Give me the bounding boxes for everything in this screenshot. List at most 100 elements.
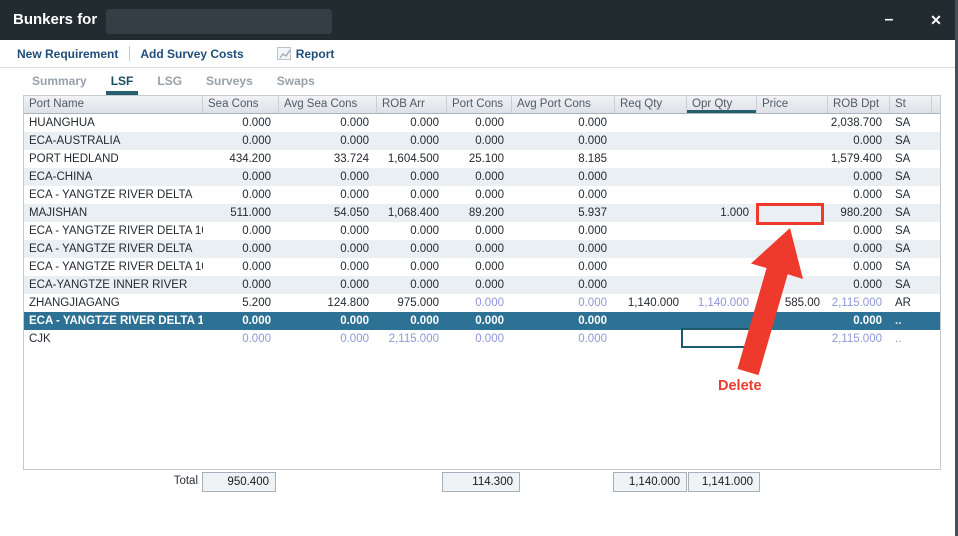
totals-row: Total 950.400 114.300 1,140.000 1,141.00… xyxy=(0,471,958,493)
tab-summary[interactable]: Summary xyxy=(27,74,92,95)
cell-st: SA xyxy=(890,222,932,240)
column-header-opr-qty[interactable]: Opr Qty xyxy=(687,96,757,113)
cell-req-qty: 1,140.000 xyxy=(615,294,687,312)
table-row-eca-yangtze-inner-river[interactable]: ECA-YANGTZE INNER RIVER0.0000.0000.0000.… xyxy=(24,276,940,294)
cell-port-name: PORT HEDLAND xyxy=(24,150,203,168)
cell-req-qty xyxy=(615,276,687,294)
table-header-row: Port NameSea ConsAvg Sea ConsROB ArrPort… xyxy=(24,96,940,114)
tab-lsf[interactable]: LSF xyxy=(106,74,139,95)
cell-avg-sea-cons: 0.000 xyxy=(279,114,377,132)
cell-sea-cons: 0.000 xyxy=(203,276,279,294)
cell-port-name: ZHANGJIAGANG xyxy=(24,294,203,312)
column-header-sea-cons[interactable]: Sea Cons xyxy=(203,96,279,113)
cell-port-cons: 25.100 xyxy=(447,150,512,168)
cell-rob-dpt: 980.200 xyxy=(828,204,890,222)
opr-qty-edit-cell[interactable] xyxy=(681,328,760,348)
cell-rob-arr: 0.000 xyxy=(377,276,447,294)
table-row-zhangjiagang[interactable]: ZHANGJIAGANG5.200124.800975.0000.0000.00… xyxy=(24,294,940,312)
table-row-eca-china[interactable]: ECA-CHINA0.0000.0000.0000.0000.0000.000S… xyxy=(24,168,940,186)
report-button[interactable]: Report xyxy=(277,47,335,61)
cell-rob-arr: 0.000 xyxy=(377,312,447,330)
column-header-port-cons[interactable]: Port Cons xyxy=(447,96,512,113)
cell-avg-sea-cons: 0.000 xyxy=(279,168,377,186)
table-row-huanghua[interactable]: HUANGHUA0.0000.0000.0000.0000.0002,038.7… xyxy=(24,114,940,132)
add-survey-costs-button[interactable]: Add Survey Costs xyxy=(140,47,243,61)
cell-port-name: HUANGHUA xyxy=(24,114,203,132)
cell-st: .. xyxy=(890,312,932,330)
column-header-port-name[interactable]: Port Name xyxy=(24,96,203,113)
tab-surveys[interactable]: Surveys xyxy=(201,74,258,95)
cell-price xyxy=(757,240,828,258)
cell-req-qty xyxy=(615,330,687,348)
cell-port-name: ECA-AUSTRALIA xyxy=(24,132,203,150)
bunker-table: Port NameSea ConsAvg Sea ConsROB ArrPort… xyxy=(23,95,941,470)
cell-avg-port-cons: 0.000 xyxy=(512,132,615,150)
table-row-port-hedland[interactable]: PORT HEDLAND434.20033.7241,604.50025.100… xyxy=(24,150,940,168)
toolbar-divider xyxy=(129,46,130,61)
cell-rob-dpt: 0.000 xyxy=(828,312,890,330)
cell-req-qty xyxy=(615,312,687,330)
toolbar: New Requirement Add Survey Costs Report xyxy=(0,40,955,68)
cell-port-cons: 0.000 xyxy=(447,114,512,132)
cell-rob-dpt: 0.000 xyxy=(828,258,890,276)
bunkers-dialog: Bunkers for – ✕ New Requirement Add Surv… xyxy=(0,0,958,536)
cell-rob-dpt: 0.000 xyxy=(828,240,890,258)
cell-st: SA xyxy=(890,258,932,276)
tab-swaps[interactable]: Swaps xyxy=(272,74,320,95)
cell-sea-cons: 0.000 xyxy=(203,330,279,348)
cell-price xyxy=(757,258,828,276)
cell-price xyxy=(757,132,828,150)
table-row-cjk[interactable]: CJK0.0000.0002,115.0000.0000.0002,115.00… xyxy=(24,330,940,348)
tab-lsg[interactable]: LSG xyxy=(152,74,187,95)
cell-port-name: ECA - YANGTZE RIVER DELTA 100 xyxy=(24,258,203,276)
column-header-price[interactable]: Price xyxy=(757,96,828,113)
table-row-eca-yangtze-river-delta-100[interactable]: ECA - YANGTZE RIVER DELTA 1000.0000.0000… xyxy=(24,312,940,330)
cell-price xyxy=(757,186,828,204)
column-header-rob-dpt[interactable]: ROB Dpt xyxy=(828,96,890,113)
redacted-vessel-name xyxy=(106,9,332,34)
new-requirement-button[interactable]: New Requirement xyxy=(17,47,118,61)
cell-avg-port-cons: 0.000 xyxy=(512,114,615,132)
cell-port-cons: 0.000 xyxy=(447,186,512,204)
total-label: Total xyxy=(174,475,198,487)
cell-req-qty xyxy=(615,258,687,276)
cell-opr-qty xyxy=(687,114,757,132)
cell-price xyxy=(757,312,828,330)
column-header-req-qty[interactable]: Req Qty xyxy=(615,96,687,113)
cell-port-cons: 0.000 xyxy=(447,312,512,330)
cell-price xyxy=(757,330,828,348)
table-row-eca-yangtze-river-delta-100[interactable]: ECA - YANGTZE RIVER DELTA 1000.0000.0000… xyxy=(24,258,940,276)
cell-port-name: MAJISHAN xyxy=(24,204,203,222)
column-header-st[interactable]: St xyxy=(890,96,932,113)
cell-avg-sea-cons: 0.000 xyxy=(279,258,377,276)
cell-sea-cons: 0.000 xyxy=(203,222,279,240)
cell-st: .. xyxy=(890,330,932,348)
cell-sea-cons: 511.000 xyxy=(203,204,279,222)
cell-rob-dpt: 2,038.700 xyxy=(828,114,890,132)
cell-st: SA xyxy=(890,204,932,222)
cell-st: SA xyxy=(890,276,932,294)
cell-avg-port-cons: 0.000 xyxy=(512,168,615,186)
delete-annotation-label: Delete xyxy=(718,378,762,394)
column-header-avg-port-cons[interactable]: Avg Port Cons xyxy=(512,96,615,113)
close-button[interactable]: ✕ xyxy=(923,8,949,32)
table-row-eca-australia[interactable]: ECA-AUSTRALIA0.0000.0000.0000.0000.0000.… xyxy=(24,132,940,150)
cell-avg-sea-cons: 0.000 xyxy=(279,276,377,294)
cell-opr-qty xyxy=(687,132,757,150)
table-row-eca-yangtze-river-delta[interactable]: ECA - YANGTZE RIVER DELTA0.0000.0000.000… xyxy=(24,186,940,204)
cell-rob-dpt: 2,115.000 xyxy=(828,330,890,348)
cell-opr-qty xyxy=(687,186,757,204)
cell-port-cons: 0.000 xyxy=(447,240,512,258)
column-header-avg-sea-cons[interactable]: Avg Sea Cons xyxy=(279,96,377,113)
minimize-button[interactable]: – xyxy=(876,8,902,32)
cell-rob-dpt: 0.000 xyxy=(828,168,890,186)
total-port-cons: 114.300 xyxy=(442,472,520,492)
column-header-rob-arr[interactable]: ROB Arr xyxy=(377,96,447,113)
total-opr-qty: 1,141.000 xyxy=(688,472,760,492)
cell-avg-sea-cons: 0.000 xyxy=(279,132,377,150)
table-row-eca-yangtze-river-delta[interactable]: ECA - YANGTZE RIVER DELTA0.0000.0000.000… xyxy=(24,240,940,258)
cell-avg-port-cons: 0.000 xyxy=(512,330,615,348)
cell-avg-sea-cons: 0.000 xyxy=(279,312,377,330)
cell-req-qty xyxy=(615,132,687,150)
cell-price xyxy=(757,150,828,168)
